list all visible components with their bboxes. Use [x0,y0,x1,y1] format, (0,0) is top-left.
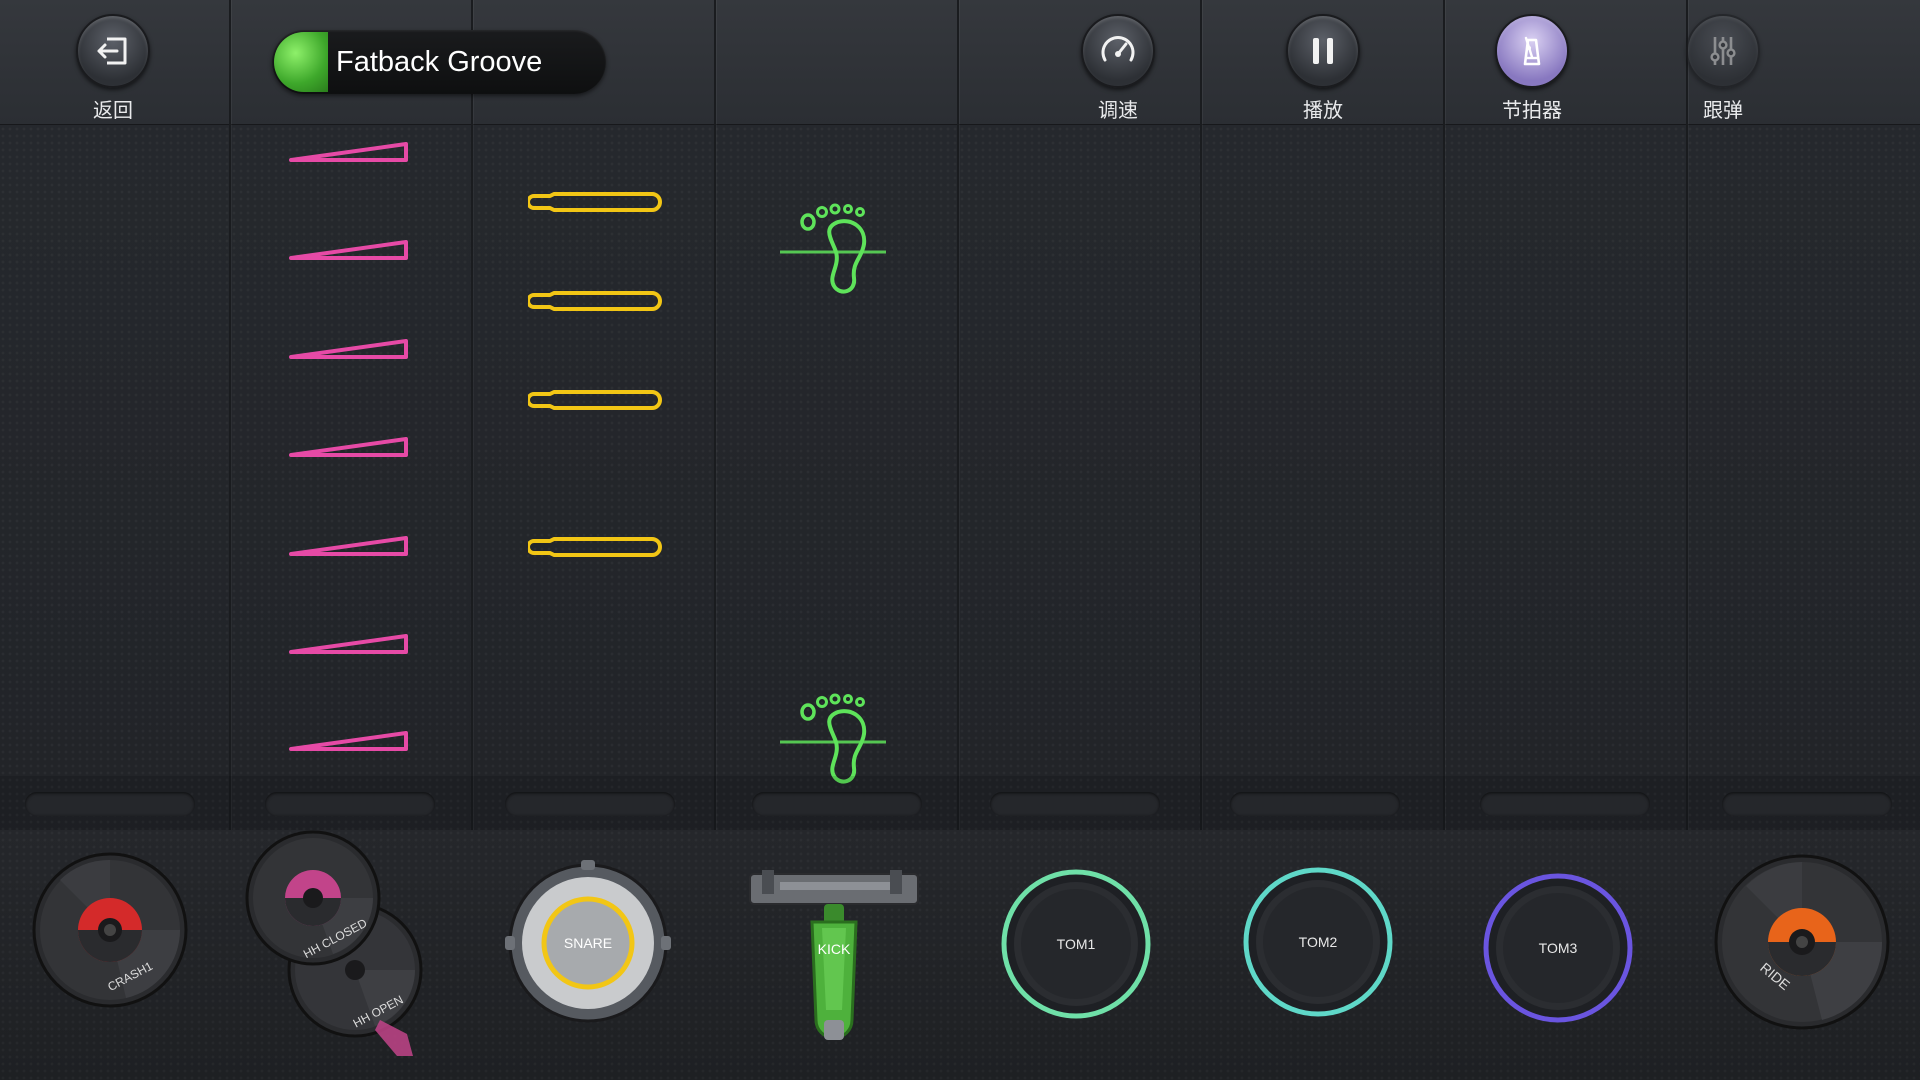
hit-slot [990,792,1160,816]
tom1-label: TOM1 [1057,936,1096,952]
hit-slot [505,792,675,816]
footprint-icon [780,693,886,784]
drum-app: 返回 Fatback Groove 调速 播放 节拍器 跟弹 CRASH1 HH… [0,0,1920,1080]
kick-pedal-pad[interactable]: KICK [740,870,930,1050]
ride-cymbal-pad[interactable]: RIDE [1712,852,1892,1032]
follow-label: 跟弹 [1703,98,1743,122]
crash-cymbal-pad[interactable]: CRASH1 [30,850,190,1010]
hihat-pad[interactable]: HH OPEN HH CLOSED [245,830,445,1060]
play-label: 播放 [1303,98,1343,122]
play-pause-button[interactable]: 播放 [1263,14,1383,123]
hihat-note [289,731,408,751]
tempo-button[interactable]: 调速 [1058,14,1178,123]
hit-slot [25,792,195,816]
groove-name: Fatback Groove [336,46,543,78]
snare-note [528,192,662,212]
metronome-icon [1495,14,1569,88]
hit-slot [265,792,435,816]
snare-drum-pad[interactable]: SNARE [505,860,671,1026]
hit-slot [752,792,922,816]
divider [1200,0,1202,124]
tom2-label: TOM2 [1299,934,1338,950]
metronome-label: 节拍器 [1502,98,1562,122]
hihat-note [289,437,408,457]
divider [714,0,716,124]
hit-slot [1230,792,1400,816]
hit-slot [1480,792,1650,816]
metronome-button[interactable]: 节拍器 [1472,14,1592,123]
tom2-pad[interactable]: TOM2 [1242,866,1394,1018]
hihat-note [289,634,408,654]
back-label: 返回 [93,98,133,122]
hh-closed-cymbal[interactable]: HH CLOSED [245,830,381,966]
kick-label: KICK [818,941,851,957]
speedometer-icon [1081,14,1155,88]
follow-play-button[interactable]: 跟弹 [1663,14,1783,123]
snare-note [528,390,662,410]
hihat-note [289,339,408,359]
divider [957,0,959,124]
divider [1443,0,1445,124]
groove-selector[interactable]: Fatback Groove [272,30,606,94]
pause-icon [1286,14,1360,88]
tom3-label: TOM3 [1539,940,1578,956]
groove-status-led [274,32,328,92]
hihat-note [289,142,408,162]
tempo-label: 调速 [1098,98,1138,122]
hihat-note [289,240,408,260]
snare-note [528,291,662,311]
exit-icon [76,14,150,88]
back-button[interactable]: 返回 [53,14,173,123]
snare-label: SNARE [564,935,612,951]
snare-note [528,537,662,557]
tom1-pad[interactable]: TOM1 [1000,868,1152,1020]
footprint-icon [780,203,886,294]
divider [229,0,231,124]
sliders-icon [1686,14,1760,88]
top-bar: 返回 Fatback Groove 调速 播放 节拍器 跟弹 [0,0,1920,125]
hit-slot [1722,792,1892,816]
tom3-pad[interactable]: TOM3 [1482,872,1634,1024]
hihat-note [289,536,408,556]
